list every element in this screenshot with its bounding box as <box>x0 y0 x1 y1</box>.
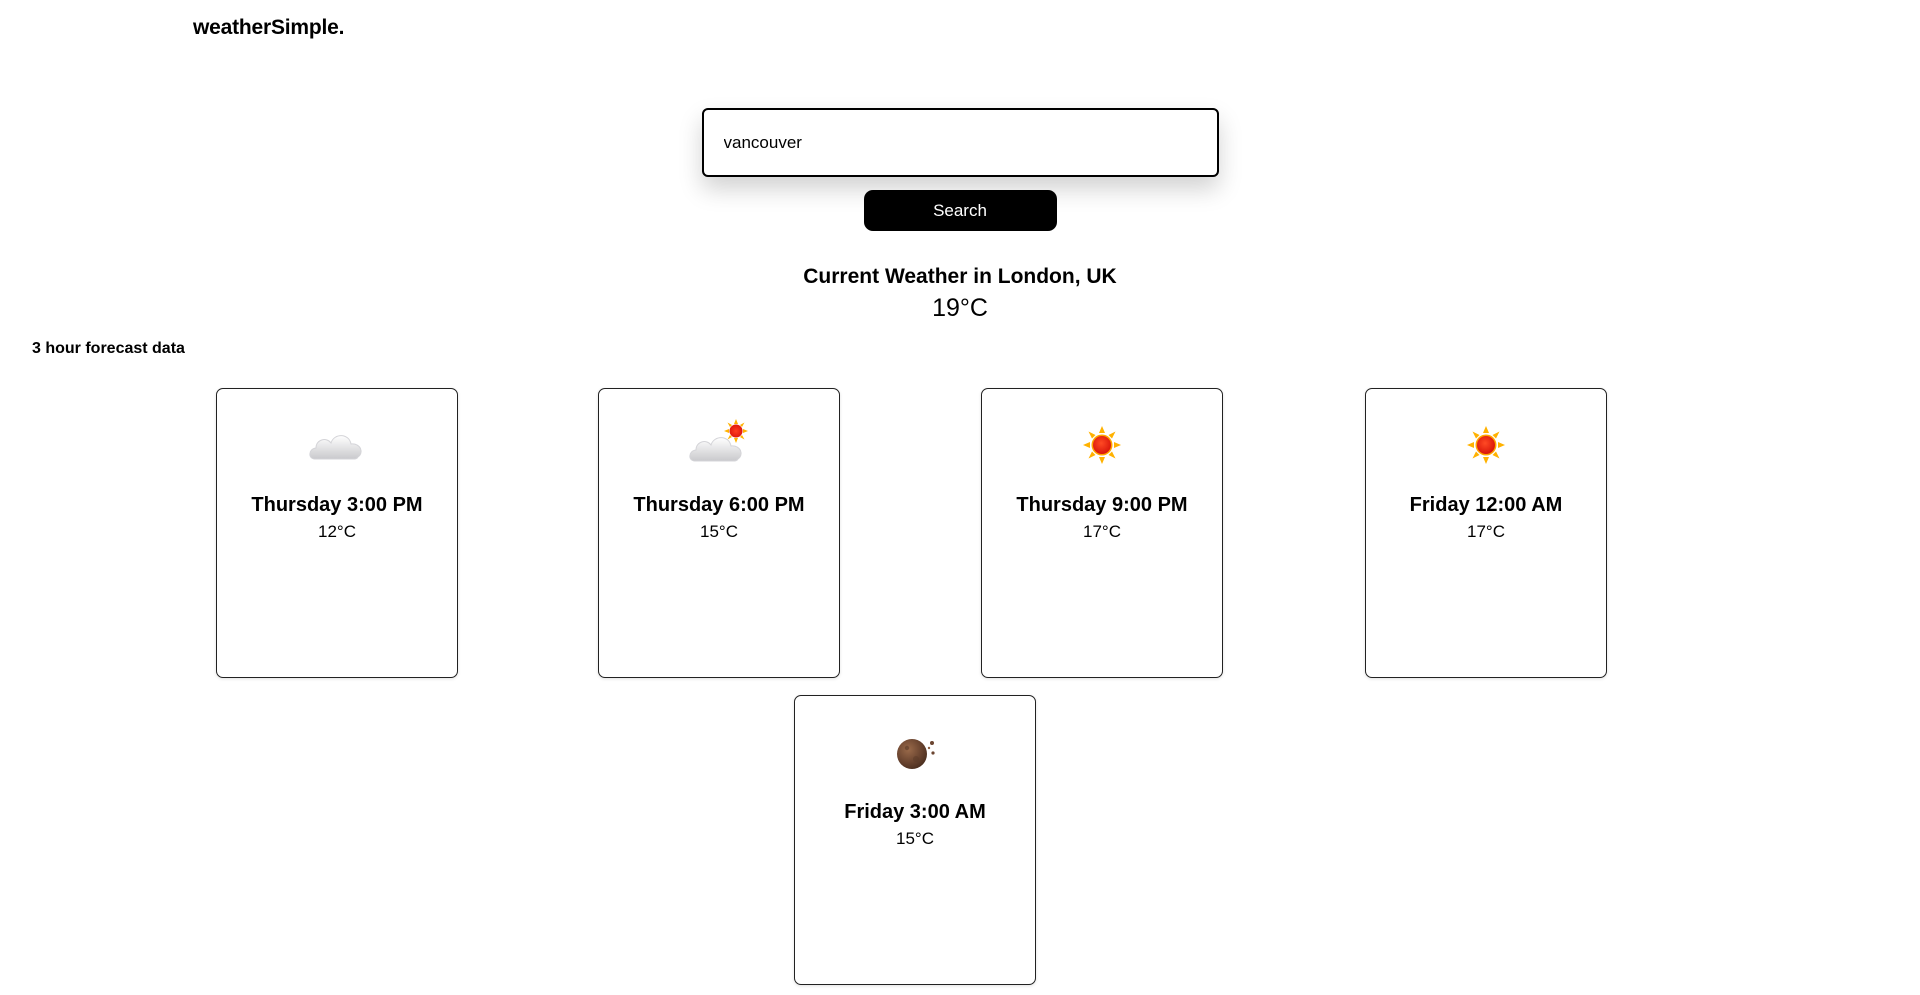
forecast-time: Friday 3:00 AM <box>844 801 986 823</box>
current-temperature: 19°C <box>932 294 988 322</box>
forecast-time: Thursday 6:00 PM <box>633 494 805 516</box>
search-button[interactable]: Search <box>863 190 1057 231</box>
cloud-icon <box>309 435 362 460</box>
app-logo: weatherSimple. <box>193 16 345 39</box>
forecast-temperature: 17°C <box>1467 522 1505 541</box>
search-input[interactable] <box>701 108 1219 177</box>
current-weather-title: Current Weather in London, UK <box>803 265 1117 288</box>
forecast-time: Thursday 9:00 PM <box>1016 494 1188 516</box>
sun-icon <box>1467 426 1505 464</box>
forecast-temperature: 15°C <box>700 522 738 541</box>
forecast-card: Thursday 3:00 PM 12°C <box>216 388 458 678</box>
forecast-card: Friday 12:00 AM 17°C <box>1365 388 1607 678</box>
forecast-temperature: 17°C <box>1083 522 1121 541</box>
forecast-card: Friday 3:00 AM 15°C <box>794 695 1036 985</box>
sun-icon <box>1083 426 1121 464</box>
forecast-time: Thursday 3:00 PM <box>251 494 423 516</box>
forecast-heading: 3 hour forecast data <box>32 340 185 357</box>
forecast-card: Thursday 6:00 PM 15°C <box>598 388 840 678</box>
forecast-time: Friday 12:00 AM <box>1409 494 1563 516</box>
moon-icon <box>897 739 935 769</box>
forecast-card: Thursday 9:00 PM 17°C <box>981 388 1223 678</box>
forecast-temperature: 15°C <box>896 829 934 848</box>
forecast-temperature: 12°C <box>318 522 356 541</box>
partly-cloudy-icon <box>689 419 748 462</box>
current-weather: Current Weather in London, UK 19°C <box>0 262 1920 324</box>
search-form: Search <box>0 108 1920 231</box>
